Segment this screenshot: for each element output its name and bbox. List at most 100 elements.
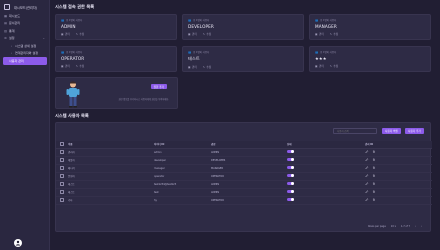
row-checkbox[interactable] — [60, 189, 64, 194]
add-user-button[interactable]: 사용자 추가 — [405, 128, 424, 134]
role-stat-label: 수정 — [79, 33, 85, 36]
trash-icon[interactable] — [372, 158, 376, 162]
role-edit-link[interactable]: ✎ 수정 — [76, 64, 85, 69]
row-checkbox[interactable] — [60, 181, 64, 186]
edit-icon[interactable] — [365, 174, 369, 178]
role-name: ★★★ — [315, 56, 327, 61]
active-toggle[interactable] — [287, 181, 294, 186]
sidebar-nav: ▦ 대시보드 ▤ 문서관리 ▥ 통계 ⚙ 설정 ⌄ › 시스템 상세 설정 › … — [0, 12, 50, 65]
caret-down-icon: ▾ — [394, 225, 396, 228]
column-header-active[interactable]: 상태 — [287, 141, 365, 149]
user-role: OPERATOR — [211, 196, 287, 205]
table-row[interactable]: 기타 hy OPERATOR — [56, 196, 432, 205]
row-checkbox[interactable] — [60, 157, 64, 162]
role-card[interactable]: 👥 총 1명의 사용자 OPERATOR ▣ 관리 ✎ 수정 — [55, 46, 177, 72]
table-row[interactable]: 운영자 operator OPERATOR — [56, 172, 432, 181]
sidebar-item-settings[interactable]: ⚙ 설정 ⌄ — [0, 35, 50, 43]
brand[interactable]: 대시보드(관리자) — [4, 4, 37, 10]
active-toggle[interactable] — [287, 189, 294, 194]
promo-text: 권한 정보를 추가하시고 사용자에게 권한을 부여하세요. — [118, 98, 169, 101]
role-card[interactable]: 👥 총 1명의 사용자 DEVELOPER ▣ 관리 ✎ 수정 — [182, 14, 304, 40]
role-manage-link[interactable]: ▣ 관리 — [188, 32, 197, 37]
edit-icon[interactable] — [365, 150, 369, 154]
chevron-down-icon: ⌄ — [42, 36, 45, 41]
prev-page-icon[interactable]: ‹ — [415, 225, 416, 228]
role-edit-link[interactable]: ✎ 수정 — [330, 32, 338, 37]
row-checkbox[interactable] — [60, 149, 64, 154]
edit-icon[interactable] — [365, 190, 369, 194]
role-name: DEVELOPER — [188, 24, 214, 29]
active-toggle[interactable] — [287, 173, 294, 178]
edit-icon[interactable] — [365, 166, 369, 170]
role-manage-link[interactable]: ▣ 관리 — [315, 64, 324, 69]
row-checkbox[interactable] — [60, 173, 64, 178]
table-row[interactable]: 개발자 developer DEVELOPER — [56, 156, 432, 165]
sidebar-subitem-link-settings[interactable]: › 연계관리자와 설정 — [0, 50, 50, 58]
role-card[interactable]: 👥 총 1명의 사용자 테스트 ▣ 관리 ✎ 수정 — [182, 46, 304, 72]
link-icon: › — [10, 51, 13, 56]
role-user-count: 총 1명의 사용자 — [319, 51, 337, 54]
role-manage-link[interactable]: ▣ 관리 — [61, 64, 70, 69]
role-card[interactable]: 👥 총 1명의 사용자 ADMIN ▣ 관리 ✎ 수정 — [55, 14, 177, 40]
edit-icon[interactable] — [365, 198, 369, 202]
user-name: 테스트 — [68, 180, 154, 189]
chart-icon: ▥ — [4, 28, 7, 33]
export-users-button[interactable]: 사용자 엑셀 — [382, 128, 401, 134]
rows-per-page-select[interactable]: 10 ▾ — [391, 225, 396, 228]
role-manage-link[interactable]: ▣ 관리 — [61, 32, 70, 37]
role-manage-link[interactable]: ▣ 관리 — [315, 32, 324, 37]
trash-icon[interactable] — [372, 174, 376, 178]
role-manage-link[interactable]: ▣ 관리 — [188, 65, 197, 70]
table-row[interactable]: 매니저 manager MANAGER — [56, 164, 432, 173]
edit-icon[interactable] — [365, 182, 369, 186]
user-search-input[interactable] — [333, 128, 377, 134]
table-row[interactable]: 관리자 admin ADMIN — [56, 148, 432, 157]
row-checkbox[interactable] — [60, 197, 64, 202]
role-edit-link[interactable]: ✎ 수정 — [203, 32, 211, 37]
user-name: 운영자 — [68, 172, 154, 181]
sidebar-item-dashboard[interactable]: ▦ 대시보드 — [0, 12, 50, 20]
role-card[interactable]: 👥 총 1명의 사용자 MANAGER ▣ 관리 ✎ 수정 — [309, 14, 431, 40]
table-row[interactable]: 테스트 test1234@test123 ADMIN — [56, 180, 432, 189]
active-toggle[interactable] — [287, 197, 294, 202]
sidebar-item-label: 연계관리자와 설정 — [15, 51, 39, 56]
trash-icon[interactable] — [372, 182, 376, 186]
edit-icon: ✎ — [75, 32, 78, 36]
sidebar-item-label: 대시보드 — [9, 13, 21, 18]
edit-icon[interactable] — [365, 158, 369, 162]
active-toggle[interactable] — [287, 157, 294, 162]
column-header-role[interactable]: 권한 — [211, 141, 287, 149]
trash-icon[interactable] — [372, 190, 376, 194]
users-icon: 👥 — [188, 50, 191, 54]
sidebar-item-user-management[interactable]: 사용자 관리 — [3, 57, 47, 65]
manage-icon: ▣ — [61, 64, 64, 68]
sidebar-item-documents[interactable]: ▤ 문서관리 — [0, 20, 50, 28]
column-header-id[interactable]: 아이디 ID — [154, 141, 211, 149]
settings-icon: › — [10, 43, 13, 48]
user-name: 개발자 — [68, 156, 154, 165]
column-header-actions: 관리 ID — [365, 141, 432, 149]
manage-icon: ▣ — [61, 32, 64, 36]
trash-icon[interactable] — [372, 150, 376, 154]
next-page-icon[interactable]: › — [421, 225, 422, 228]
add-role-button[interactable]: 권한 추가 — [150, 84, 167, 89]
table-row[interactable]: 테스트 test ADMIN — [56, 188, 432, 197]
active-toggle[interactable] — [287, 165, 294, 170]
role-edit-link[interactable]: ✎ 수정 — [75, 32, 85, 37]
role-edit-link[interactable]: ✎ 수정 — [330, 64, 338, 69]
manage-icon: ▣ — [315, 32, 318, 36]
active-toggle[interactable] — [287, 149, 294, 154]
trash-icon[interactable] — [372, 166, 376, 170]
trash-icon[interactable] — [372, 198, 376, 202]
user-id: test — [154, 188, 211, 197]
sidebar-item-stats[interactable]: ▥ 통계 — [0, 27, 50, 35]
row-checkbox[interactable] — [60, 165, 64, 170]
sidebar-subitem-system-settings[interactable]: › 시스템 상세 설정 — [0, 42, 50, 50]
select-all-checkbox[interactable] — [60, 141, 64, 146]
role-card[interactable]: 👥 총 1명의 사용자 ★★★ ▣ 관리 ✎ 수정 — [309, 46, 431, 72]
role-edit-link[interactable]: ✎ 수정 — [203, 65, 211, 70]
role-stat-label: 수정 — [79, 65, 85, 68]
avatar[interactable] — [14, 239, 22, 247]
column-header-name[interactable]: 이름 — [68, 141, 154, 149]
user-role: ADMIN — [211, 188, 287, 197]
